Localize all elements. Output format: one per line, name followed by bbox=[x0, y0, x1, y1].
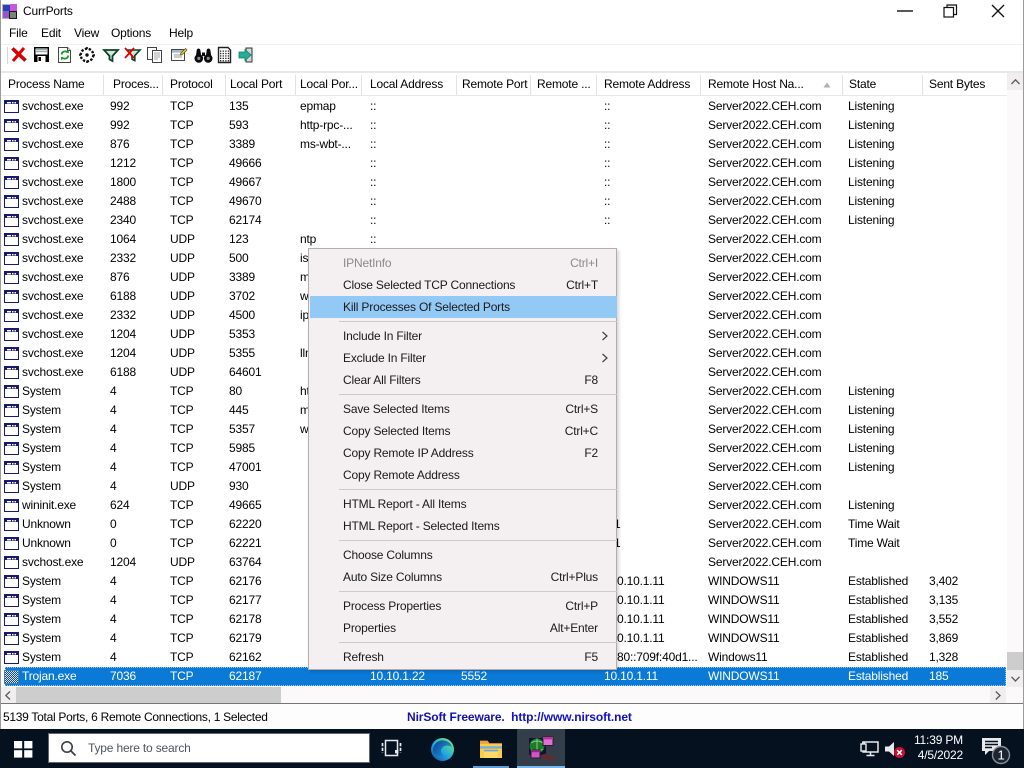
svg-text:1: 1 bbox=[997, 748, 1004, 763]
